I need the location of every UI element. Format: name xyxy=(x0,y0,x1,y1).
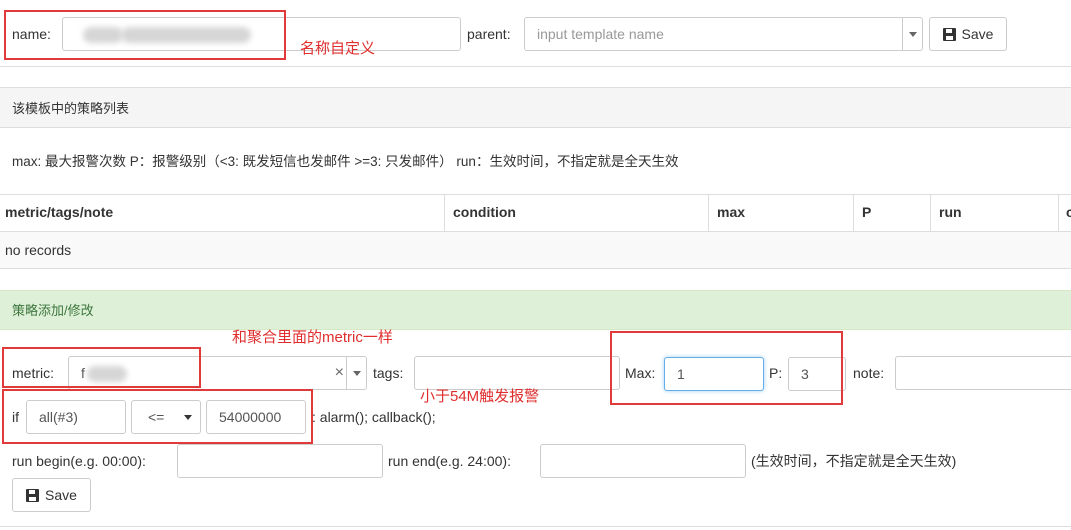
run-end-label: run end(e.g. 24:00): xyxy=(388,453,511,469)
parent-label: parent: xyxy=(467,26,511,42)
annotation-threshold-note: 小于54M触发报警 xyxy=(420,388,540,405)
tags-input[interactable] xyxy=(414,356,620,390)
annotation-box-metric xyxy=(2,347,201,388)
annotation-metric-note: 和聚合里面的metric一样 xyxy=(232,329,393,346)
column-header: condition xyxy=(453,204,516,220)
column-header: max xyxy=(717,204,746,220)
column-divider xyxy=(853,195,854,231)
caret-down-icon xyxy=(352,370,361,376)
column-divider xyxy=(444,195,445,231)
parent-template-select[interactable]: input template name xyxy=(524,17,923,51)
strategy-list-heading: 该模板中的策略列表 xyxy=(0,87,1071,128)
dropdown-arrow[interactable] xyxy=(346,357,366,389)
column-header: run xyxy=(939,204,962,220)
note-input[interactable] xyxy=(895,356,1071,390)
save-template-button[interactable]: Save xyxy=(929,17,1007,51)
run-hint: (生效时间，不指定就是全天生效) xyxy=(751,453,957,469)
floppy-disk-icon xyxy=(942,27,956,41)
table-bottom-border xyxy=(0,268,1071,269)
run-begin-label: run begin(e.g. 00:00): xyxy=(12,453,146,469)
parent-placeholder: input template name xyxy=(537,26,664,42)
note-label: note: xyxy=(853,365,885,381)
column-header: c xyxy=(1066,204,1071,220)
run-end-input[interactable] xyxy=(540,444,746,478)
table-row: no records xyxy=(0,232,1071,268)
run-begin-input[interactable] xyxy=(177,444,383,478)
table-header-row: metric/tags/note condition max P run c xyxy=(0,195,1071,231)
tags-label: tags: xyxy=(373,365,404,381)
save-strategy-label: Save xyxy=(45,487,77,503)
column-divider xyxy=(930,195,931,231)
dropdown-arrow[interactable] xyxy=(902,18,922,50)
column-divider xyxy=(1058,195,1059,231)
annotation-box-condition xyxy=(2,389,313,444)
annotation-box-name xyxy=(4,10,286,60)
save-strategy-button[interactable]: Save xyxy=(12,478,91,512)
clear-icon[interactable]: × xyxy=(335,357,344,389)
panel-bottom-border xyxy=(0,526,1071,527)
action-text: : alarm(); callback(); xyxy=(312,409,436,425)
column-header: metric/tags/note xyxy=(5,204,114,220)
strategy-legend: max: 最大报警次数 P：报警级别（<3: 既发短信也发邮件 >=3: 只发邮… xyxy=(12,154,679,169)
strategy-form-heading: 策略添加/修改 xyxy=(0,290,1071,330)
divider xyxy=(0,66,1071,67)
caret-down-icon xyxy=(908,31,917,37)
empty-records-text: no records xyxy=(5,242,72,258)
annotation-box-max-p xyxy=(610,331,843,405)
save-template-label: Save xyxy=(961,26,994,42)
floppy-disk-icon xyxy=(26,488,40,502)
annotation-name-note: 名称自定义 xyxy=(300,40,376,57)
column-header: P xyxy=(862,204,872,220)
column-divider xyxy=(708,195,709,231)
